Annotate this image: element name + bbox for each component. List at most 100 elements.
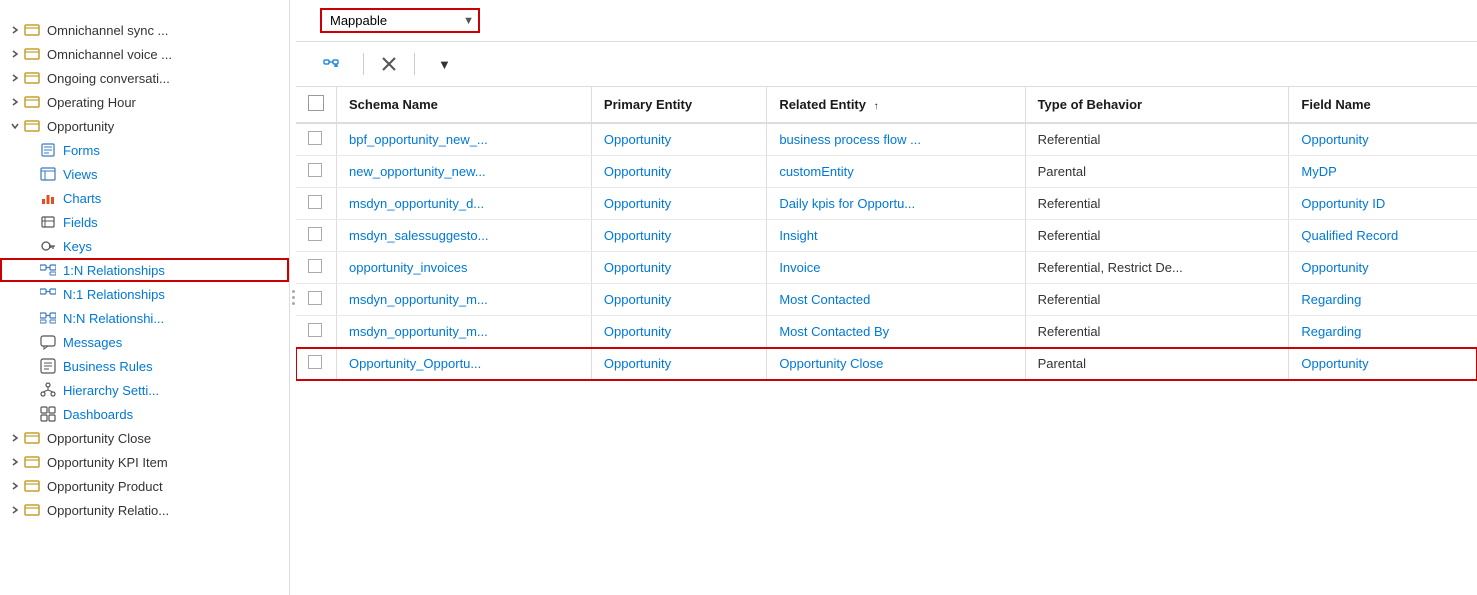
sidebar-item-operating-hour[interactable]: Operating Hour — [0, 90, 289, 114]
table-row[interactable]: Opportunity_Opportu...OpportunityOpportu… — [296, 348, 1477, 380]
row-checkbox[interactable] — [308, 323, 322, 337]
field-name-cell[interactable]: Opportunity — [1289, 123, 1477, 156]
schema-name-cell[interactable]: new_opportunity_new... — [337, 156, 592, 188]
field-name-cell[interactable]: Opportunity — [1289, 348, 1477, 380]
schema-name-cell[interactable]: msdyn_opportunity_d... — [337, 188, 592, 220]
th-field-name[interactable]: Field Name — [1289, 87, 1477, 123]
table-header-row: Schema Name Primary Entity Related Entit… — [296, 87, 1477, 123]
primary-entity-cell[interactable]: Opportunity — [591, 188, 766, 220]
field-name-cell[interactable]: Opportunity — [1289, 252, 1477, 284]
th-type-behavior[interactable]: Type of Behavior — [1025, 87, 1289, 123]
dashboards-icon — [40, 405, 58, 423]
row-checkbox[interactable] — [308, 227, 322, 241]
behavior-cell: Parental — [1025, 348, 1289, 380]
field-name-cell[interactable]: Qualified Record — [1289, 220, 1477, 252]
schema-name-cell[interactable]: msdyn_opportunity_m... — [337, 316, 592, 348]
row-checkbox[interactable] — [308, 131, 322, 145]
select-all-checkbox[interactable] — [308, 95, 324, 111]
type-select[interactable]: Mappable All — [320, 8, 480, 33]
related-entity-cell[interactable]: Most Contacted — [767, 284, 1025, 316]
row-checkbox[interactable] — [308, 291, 322, 305]
sidebar-item-n1-relationships[interactable]: N:1 Relationships — [0, 282, 289, 306]
row-checkbox[interactable] — [308, 259, 322, 273]
sidebar-item-omnichannel-sync[interactable]: Omnichannel sync ... — [0, 18, 289, 42]
more-actions-button[interactable]: ▼ — [423, 51, 462, 78]
schema-name-cell[interactable]: opportunity_invoices — [337, 252, 592, 284]
sidebar-item-omnichannel-voice[interactable]: Omnichannel voice ... — [0, 42, 289, 66]
sidebar-item-opportunity-product[interactable]: Opportunity Product — [0, 474, 289, 498]
sidebar-item-1n-relationships[interactable]: 1:N Relationships — [0, 258, 289, 282]
sidebar-item-label-n1-relationships: N:1 Relationships — [63, 287, 165, 302]
schema-name-cell[interactable]: msdyn_salessuggesto... — [337, 220, 592, 252]
1n-icon — [40, 261, 58, 279]
sort-up-icon: ↑ — [874, 101, 879, 112]
delete-button[interactable] — [372, 50, 406, 78]
sidebar-item-label-opportunity-close: Opportunity Close — [47, 431, 151, 446]
entity-open-icon — [24, 117, 42, 135]
sidebar-item-opportunity-close[interactable]: Opportunity Close — [0, 426, 289, 450]
primary-entity-cell[interactable]: Opportunity — [591, 252, 766, 284]
type-bar: Mappable All ▼ — [296, 0, 1477, 42]
sidebar-item-charts[interactable]: Charts — [0, 186, 289, 210]
sidebar: Omnichannel sync ...Omnichannel voice ..… — [0, 0, 290, 595]
row-checkbox[interactable] — [308, 355, 322, 369]
sidebar-item-opportunity-kpi[interactable]: Opportunity KPI Item — [0, 450, 289, 474]
sidebar-item-views[interactable]: Views — [0, 162, 289, 186]
primary-entity-cell[interactable]: Opportunity — [591, 316, 766, 348]
th-primary-entity[interactable]: Primary Entity — [591, 87, 766, 123]
primary-entity-cell[interactable]: Opportunity — [591, 348, 766, 380]
sidebar-item-messages[interactable]: Messages — [0, 330, 289, 354]
sidebar-item-keys[interactable]: Keys — [0, 234, 289, 258]
table-row[interactable]: bpf_opportunity_new_...Opportunitybusine… — [296, 123, 1477, 156]
sidebar-item-nn-relationships[interactable]: N:N Relationshi... — [0, 306, 289, 330]
table-container: Schema Name Primary Entity Related Entit… — [296, 87, 1477, 595]
forms-icon — [40, 141, 58, 159]
related-entity-cell[interactable]: business process flow ... — [767, 123, 1025, 156]
table-row[interactable]: msdyn_opportunity_d...OpportunityDaily k… — [296, 188, 1477, 220]
related-entity-cell[interactable]: customEntity — [767, 156, 1025, 188]
th-related-entity[interactable]: Related Entity ↑ — [767, 87, 1025, 123]
related-entity-cell[interactable]: Opportunity Close — [767, 348, 1025, 380]
sidebar-item-hierarchy-settings[interactable]: Hierarchy Setti... — [0, 378, 289, 402]
sidebar-item-opportunity[interactable]: Opportunity — [0, 114, 289, 138]
field-name-cell[interactable]: MyDP — [1289, 156, 1477, 188]
table-row[interactable]: new_opportunity_new...OpportunitycustomE… — [296, 156, 1477, 188]
chevron-icon-opportunity-relatio — [10, 505, 24, 515]
resize-dots — [292, 290, 295, 305]
table-row[interactable]: msdyn_opportunity_m...OpportunityMost Co… — [296, 284, 1477, 316]
sidebar-item-opportunity-relatio[interactable]: Opportunity Relatio... — [0, 498, 289, 522]
row-checkbox-cell — [296, 284, 337, 316]
primary-entity-cell[interactable]: Opportunity — [591, 220, 766, 252]
schema-name-cell[interactable]: bpf_opportunity_new_... — [337, 123, 592, 156]
checkbox-header-cell — [296, 87, 337, 123]
primary-entity-cell[interactable]: Opportunity — [591, 123, 766, 156]
related-entity-cell[interactable]: Insight — [767, 220, 1025, 252]
sidebar-item-forms[interactable]: Forms — [0, 138, 289, 162]
sidebar-item-ongoing-conversation[interactable]: Ongoing conversati... — [0, 66, 289, 90]
related-entity-cell[interactable]: Invoice — [767, 252, 1025, 284]
table-row[interactable]: opportunity_invoicesOpportunityInvoiceRe… — [296, 252, 1477, 284]
table-row[interactable]: msdyn_opportunity_m...OpportunityMost Co… — [296, 316, 1477, 348]
chevron-icon-omnichannel-sync — [10, 25, 24, 35]
sidebar-item-business-rules[interactable]: Business Rules — [0, 354, 289, 378]
th-schema-name[interactable]: Schema Name — [337, 87, 592, 123]
sidebar-item-fields[interactable]: Fields — [0, 210, 289, 234]
field-name-cell[interactable]: Regarding — [1289, 284, 1477, 316]
row-checkbox[interactable] — [308, 195, 322, 209]
relationships-table: Schema Name Primary Entity Related Entit… — [296, 87, 1477, 380]
related-entity-cell[interactable]: Most Contacted By — [767, 316, 1025, 348]
behavior-cell: Referential, Restrict De... — [1025, 252, 1289, 284]
row-checkbox[interactable] — [308, 163, 322, 177]
primary-entity-cell[interactable]: Opportunity — [591, 284, 766, 316]
primary-entity-cell[interactable]: Opportunity — [591, 156, 766, 188]
table-row[interactable]: msdyn_salessuggesto...OpportunityInsight… — [296, 220, 1477, 252]
field-name-cell[interactable]: Opportunity ID — [1289, 188, 1477, 220]
sidebar-item-label-forms: Forms — [63, 143, 100, 158]
sidebar-item-dashboards[interactable]: Dashboards — [0, 402, 289, 426]
related-entity-cell[interactable]: Daily kpis for Opportu... — [767, 188, 1025, 220]
new-relationship-button[interactable] — [312, 50, 355, 78]
field-name-cell[interactable]: Regarding — [1289, 316, 1477, 348]
schema-name-cell[interactable]: msdyn_opportunity_m... — [337, 284, 592, 316]
chevron-icon-opportunity-close — [10, 433, 24, 443]
schema-name-cell[interactable]: Opportunity_Opportu... — [337, 348, 592, 380]
